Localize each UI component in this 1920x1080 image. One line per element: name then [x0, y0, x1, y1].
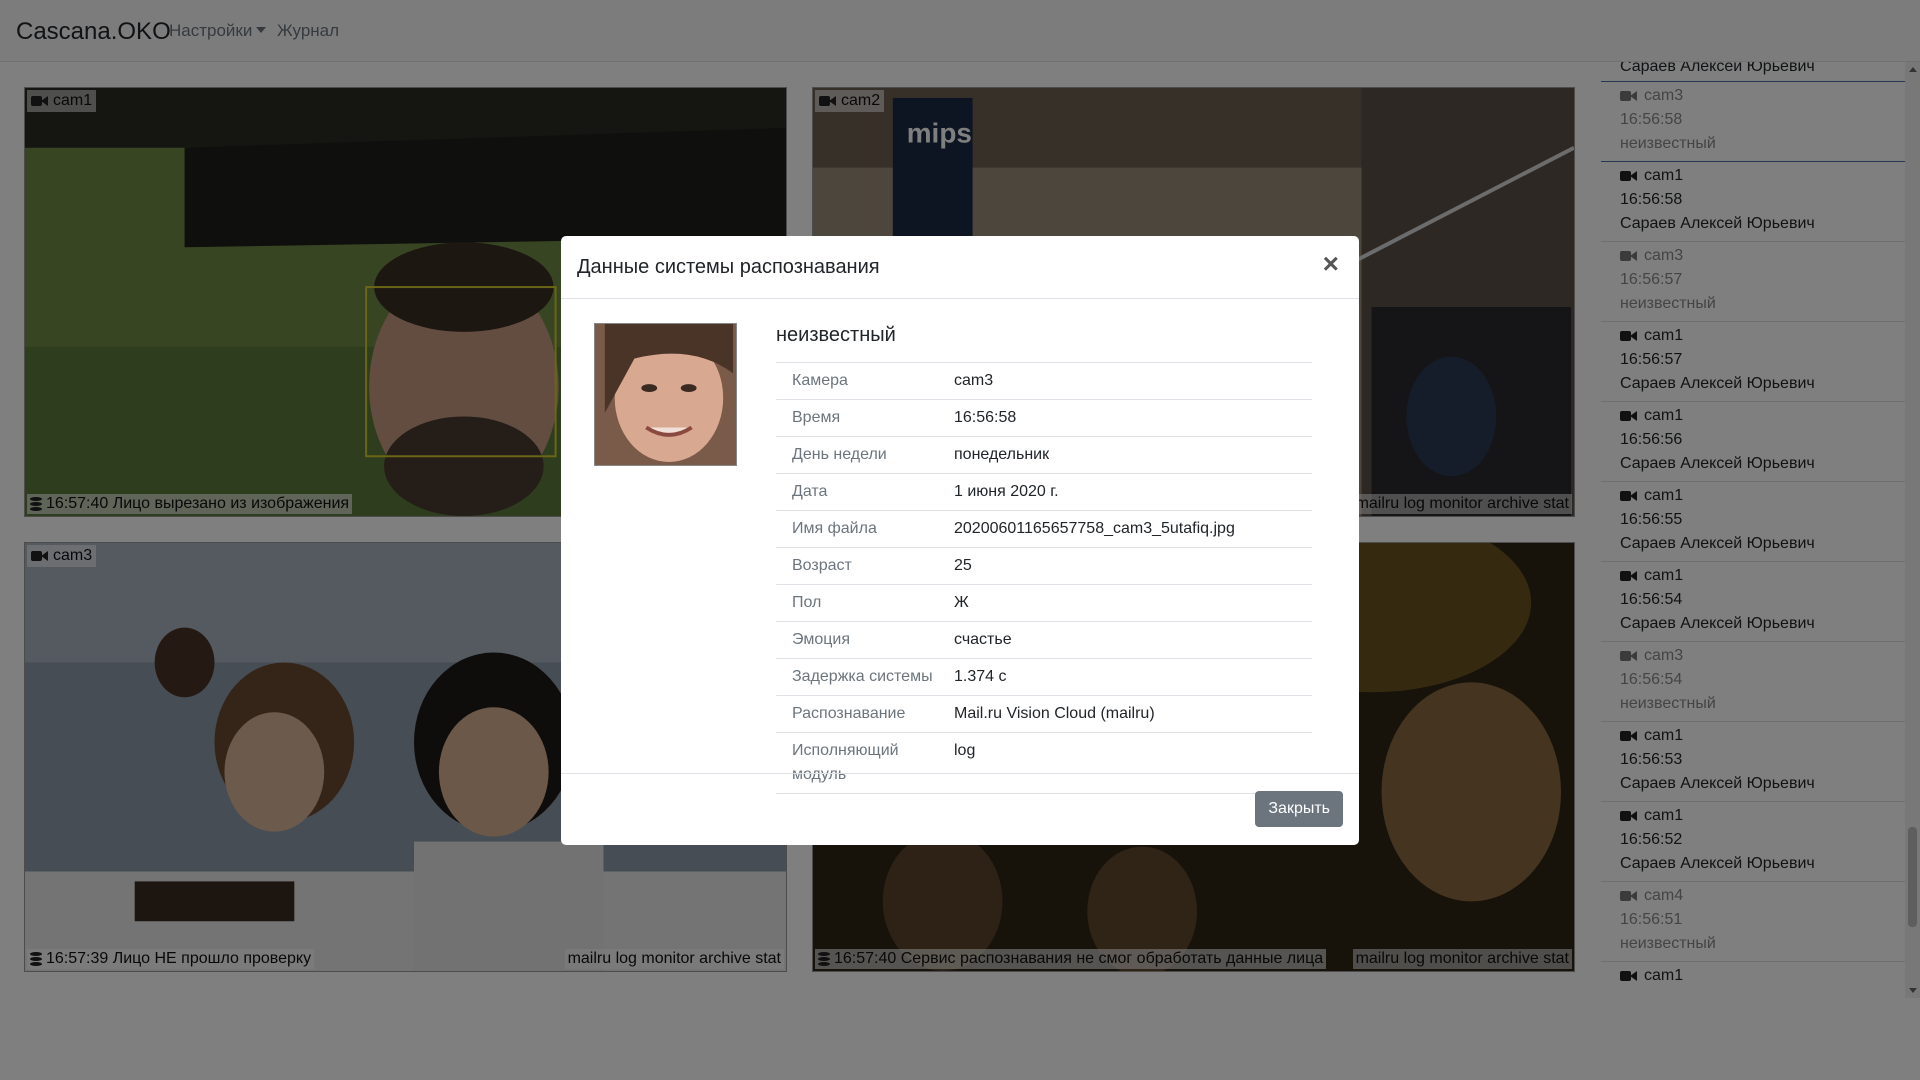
detail-key: День недели	[776, 436, 954, 474]
detail-value: 20200601165657758_cam3_5utafiq.jpg	[954, 510, 1312, 548]
modal-header: Данные системы распознавания ×	[561, 236, 1359, 299]
detail-key: Задержка системы	[776, 658, 954, 696]
detail-value: Ж	[954, 584, 1312, 622]
table-row: Эмоция счастье	[776, 621, 1312, 659]
table-row: Возраст 25	[776, 547, 1312, 585]
table-row: Дата 1 июня 2020 г.	[776, 473, 1312, 511]
detail-value: 25	[954, 547, 1312, 585]
detail-key: Распознавание	[776, 695, 954, 733]
table-row: Пол Ж	[776, 584, 1312, 622]
detail-key: Время	[776, 399, 954, 437]
modal-title: Данные системы распознавания	[577, 256, 880, 278]
close-icon[interactable]: ×	[1323, 250, 1339, 278]
table-row: Время 16:56:58	[776, 399, 1312, 437]
detail-value: счастье	[954, 621, 1312, 659]
detail-value: Mail.ru Vision Cloud (mailru)	[954, 695, 1312, 733]
detail-key: Возраст	[776, 547, 954, 585]
table-row: Задержка системы 1.374 с	[776, 658, 1312, 696]
detail-key: Эмоция	[776, 621, 954, 659]
detail-value: понедельник	[954, 436, 1312, 474]
recognized-person-name: неизвестный	[776, 324, 896, 346]
table-row: Имя файла 20200601165657758_cam3_5utafiq.…	[776, 510, 1312, 548]
table-row: Камера cam3	[776, 362, 1312, 400]
face-thumbnail-image	[595, 324, 736, 465]
modal-footer: Закрыть	[561, 773, 1359, 845]
detail-key: Камера	[776, 362, 954, 400]
detail-value: cam3	[954, 362, 1312, 400]
table-row: Распознавание Mail.ru Vision Cloud (mailr…	[776, 695, 1312, 733]
detail-value: 1.374 с	[954, 658, 1312, 696]
detail-key: Дата	[776, 473, 954, 511]
recognition-details-modal: Данные системы распознавания × неизвестн…	[561, 236, 1359, 845]
detail-key: Пол	[776, 584, 954, 622]
detail-key: Имя файла	[776, 510, 954, 548]
face-thumbnail	[594, 323, 737, 466]
detail-value: 16:56:58	[954, 399, 1312, 437]
details-table: Камера cam3 Время 16:56:58 День недели понеде…	[776, 362, 1312, 794]
close-button[interactable]: Закрыть	[1255, 791, 1343, 827]
detail-value: 1 июня 2020 г.	[954, 473, 1312, 511]
table-row: День недели понедельник	[776, 436, 1312, 474]
